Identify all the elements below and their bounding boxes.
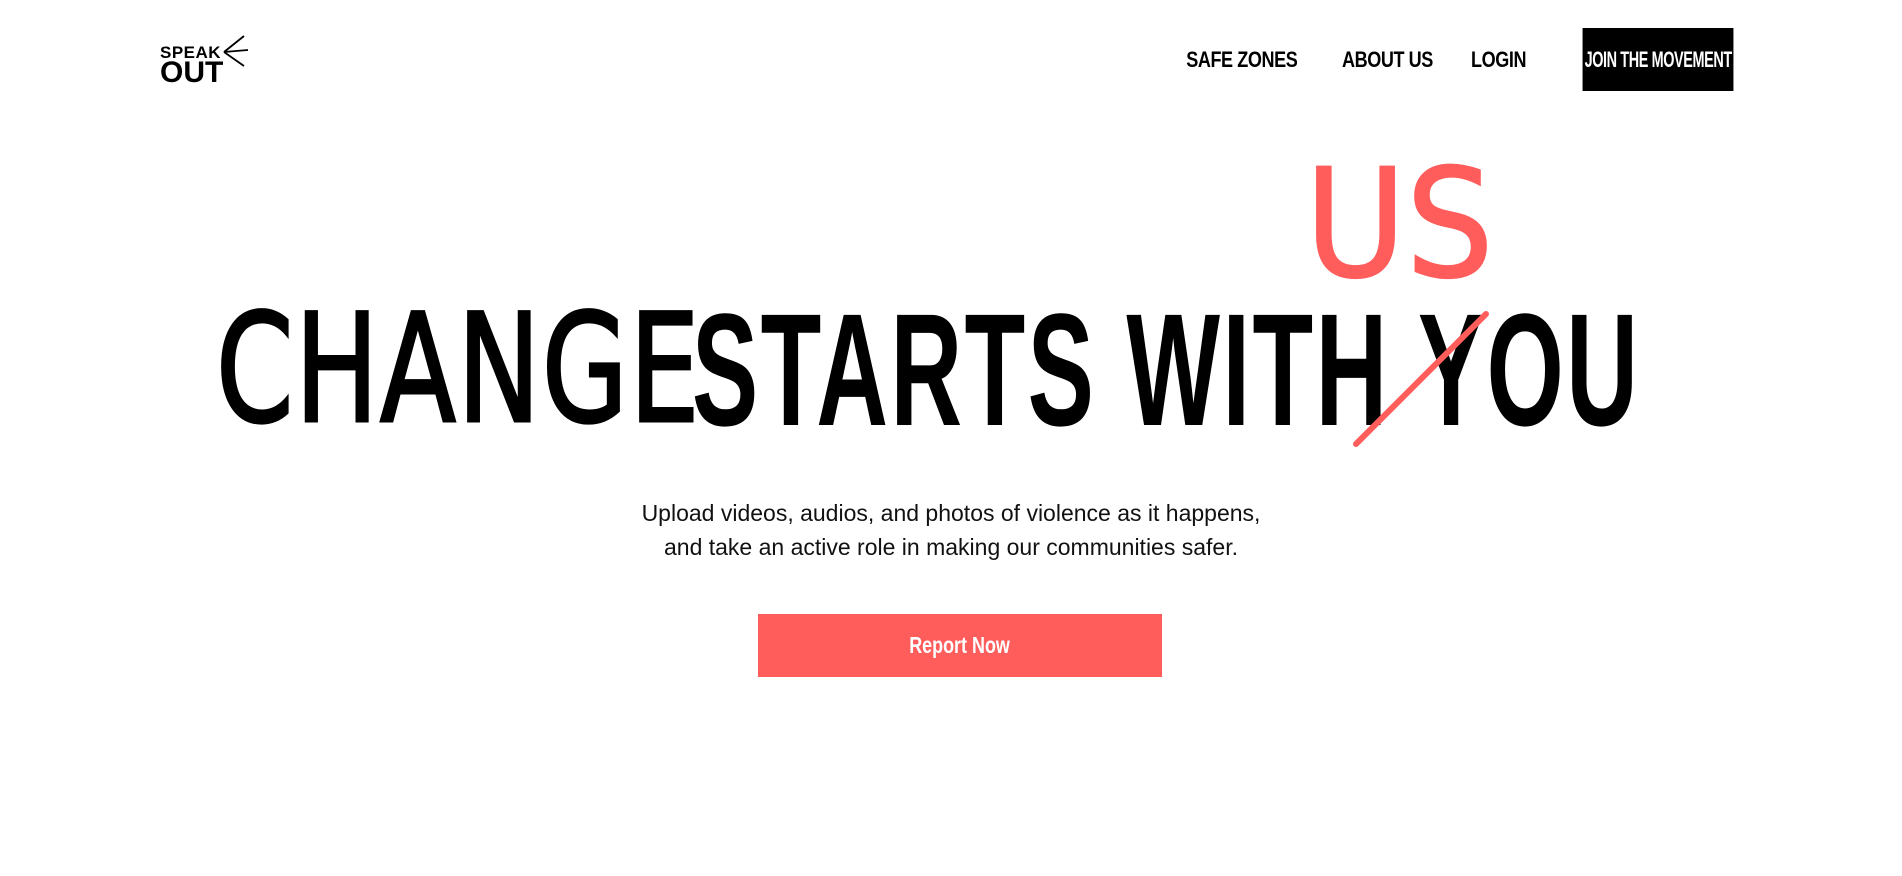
subtitle-line-2: and take an active role in making our co… [663,534,1238,560]
nav-about-us[interactable]: ABOUT US [1342,47,1433,73]
report-now-label: Report Now [909,632,1011,658]
main-nav: SAFE ZONES ABOUT US LOGIN JOIN THE MOVEM… [1174,28,1750,91]
hero-subtitle: Upload videos, audios, and photos of vio… [0,496,1902,564]
megaphone-lines-icon [223,35,249,67]
page: SPEAK OUT SAFE ZONES ABOUT US LOGIN JOIN… [0,0,1902,876]
join-the-movement-label: JOIN THE MOVEMENT [1584,46,1732,72]
nav-login[interactable]: LOGIN [1471,47,1526,73]
headline-replacement-us: US [1304,138,1494,312]
strikethrough-mark [1353,311,1489,447]
headline-bold-words: STARTS WITH YOU [692,280,1641,459]
hero-headline: CHANGE STARTS WITH YOU [215,283,1638,457]
report-now-button[interactable]: Report Now [758,614,1162,677]
speakout-logo[interactable]: SPEAK OUT [160,32,250,90]
join-the-movement-button[interactable]: JOIN THE MOVEMENT [1582,28,1734,91]
nav-safe-zones[interactable]: SAFE ZONES [1187,47,1299,73]
subtitle-line-1: Upload videos, audios, and photos of vio… [641,500,1261,526]
logo-text-out: OUT [160,56,224,89]
headline-handwritten-word: CHANGE [215,283,701,457]
